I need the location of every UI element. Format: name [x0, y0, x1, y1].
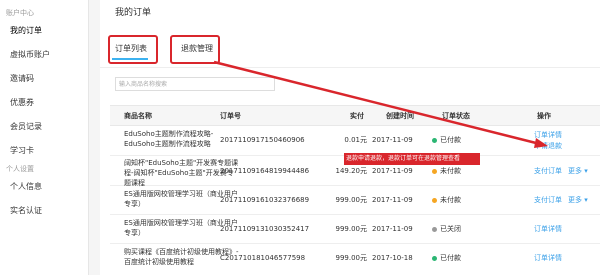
column-header-order-number: 订单号: [220, 112, 241, 120]
status-label: 未付款: [440, 196, 461, 204]
order-time: 2017-11-09: [372, 167, 413, 175]
status-dot-paid: [432, 255, 437, 261]
status-dot-unpaid: [432, 168, 437, 174]
more-label: 更多: [568, 167, 582, 175]
status-label: 已付款: [440, 254, 461, 262]
sidebar-item-membership[interactable]: 会员记录: [0, 115, 88, 139]
order-time: 2017-10-18: [372, 254, 413, 262]
sidebar-item-invite-code[interactable]: 邀请码: [0, 67, 88, 91]
order-number: 20171109131030352417: [220, 225, 310, 233]
table-row: ES通用版网校管理学习班（商业用户专享） 2017110916103237668…: [110, 186, 600, 215]
status-dot-closed: [432, 226, 437, 232]
order-time: 2017-11-09: [372, 225, 413, 233]
sidebar-item-profile[interactable]: 个人信息: [0, 175, 88, 199]
sidebar-section-account: 账户中心: [6, 9, 34, 17]
page-title: 我的订单: [115, 8, 152, 18]
sidebar-item-study-card[interactable]: 学习卡: [0, 139, 88, 163]
status-label: 已付款: [440, 136, 461, 144]
order-amount: 999.00元: [335, 225, 368, 233]
column-header-created-time: 创建时间: [386, 112, 414, 120]
column-header-status: 订单状态: [442, 112, 470, 120]
order-detail-link[interactable]: 订单详情: [534, 253, 562, 263]
table-row: ES通用版网校管理学习班（商业用户专享） 2017110913103035241…: [110, 215, 600, 244]
sidebar-item-virtual-coin[interactable]: 虚拟币账户: [0, 43, 88, 67]
order-amount: 0.01元: [344, 136, 367, 144]
status-dot-unpaid: [432, 197, 437, 203]
sidebar-item-my-orders[interactable]: 我的订单: [0, 19, 88, 43]
sidebar-item-verification[interactable]: 实名认证: [0, 199, 88, 223]
order-detail-link[interactable]: 订单详情: [534, 224, 562, 234]
more-dropdown[interactable]: 更多 ▾: [568, 195, 588, 205]
tab-bar: 订单列表 退款管理: [100, 30, 600, 68]
apply-refund-link[interactable]: 申请退款: [534, 141, 562, 151]
order-number: C201710181046577598: [220, 254, 306, 262]
sidebar: 账户中心 我的订单 虚拟币账户 邀请码 优惠券 会员记录 学习卡 个人设置 个人…: [0, 0, 89, 275]
sidebar-section-personal: 个人设置: [6, 165, 34, 173]
pay-order-link[interactable]: 支付订单: [534, 166, 562, 176]
status-label: 已关闭: [440, 225, 461, 233]
more-label: 更多: [568, 196, 582, 204]
order-time: 2017-11-09: [372, 196, 413, 204]
order-number: 20171109164819944486: [220, 167, 310, 175]
table-row: 购买课程《百度统计初级使用教程》-百度统计初级使用教程 C20171018104…: [110, 244, 600, 275]
order-time: 2017-11-09: [372, 136, 413, 144]
column-header-actions: 操作: [537, 112, 551, 120]
highlight-box-order-list: [108, 35, 158, 64]
order-amount: 999.00元: [335, 254, 368, 262]
annotation-callout: 退款申请退款，退款订单可在退款管理查看: [344, 153, 480, 165]
chevron-down-icon: ▾: [582, 167, 588, 175]
order-status: 未付款: [432, 195, 461, 205]
order-detail-link[interactable]: 订单详情: [534, 130, 562, 140]
search-input[interactable]: 输入商品名称搜索: [115, 77, 275, 91]
main-panel: 我的订单 订单列表 退款管理 输入商品名称搜索 商品名称 订单号 实付 创建时间…: [100, 0, 600, 275]
chevron-down-icon: ▾: [582, 196, 588, 204]
more-dropdown[interactable]: 更多 ▾: [568, 166, 588, 176]
highlight-box-refund-management: [170, 35, 220, 64]
status-label: 未付款: [440, 167, 461, 175]
order-status: 未付款: [432, 166, 461, 176]
order-amount: 149.20元: [335, 167, 368, 175]
table-row: EduSoho主题制作流程攻略-EduSoho主题制作流程攻略 20171109…: [110, 125, 600, 156]
column-header-product: 商品名称: [124, 112, 152, 120]
order-status: 已付款: [432, 135, 461, 145]
pay-order-link[interactable]: 支付订单: [534, 195, 562, 205]
order-number: 20171109161032376689: [220, 196, 310, 204]
order-status: 已付款: [432, 253, 461, 263]
sidebar-item-coupons[interactable]: 优惠券: [0, 91, 88, 115]
order-amount: 999.00元: [335, 196, 368, 204]
order-status: 已关闭: [432, 224, 461, 234]
status-dot-paid: [432, 137, 437, 143]
table-header: 商品名称 订单号 实付 创建时间 订单状态 操作: [110, 105, 600, 126]
order-number: 2017110917150460906: [220, 136, 305, 144]
column-header-amount: 实付: [350, 112, 364, 120]
